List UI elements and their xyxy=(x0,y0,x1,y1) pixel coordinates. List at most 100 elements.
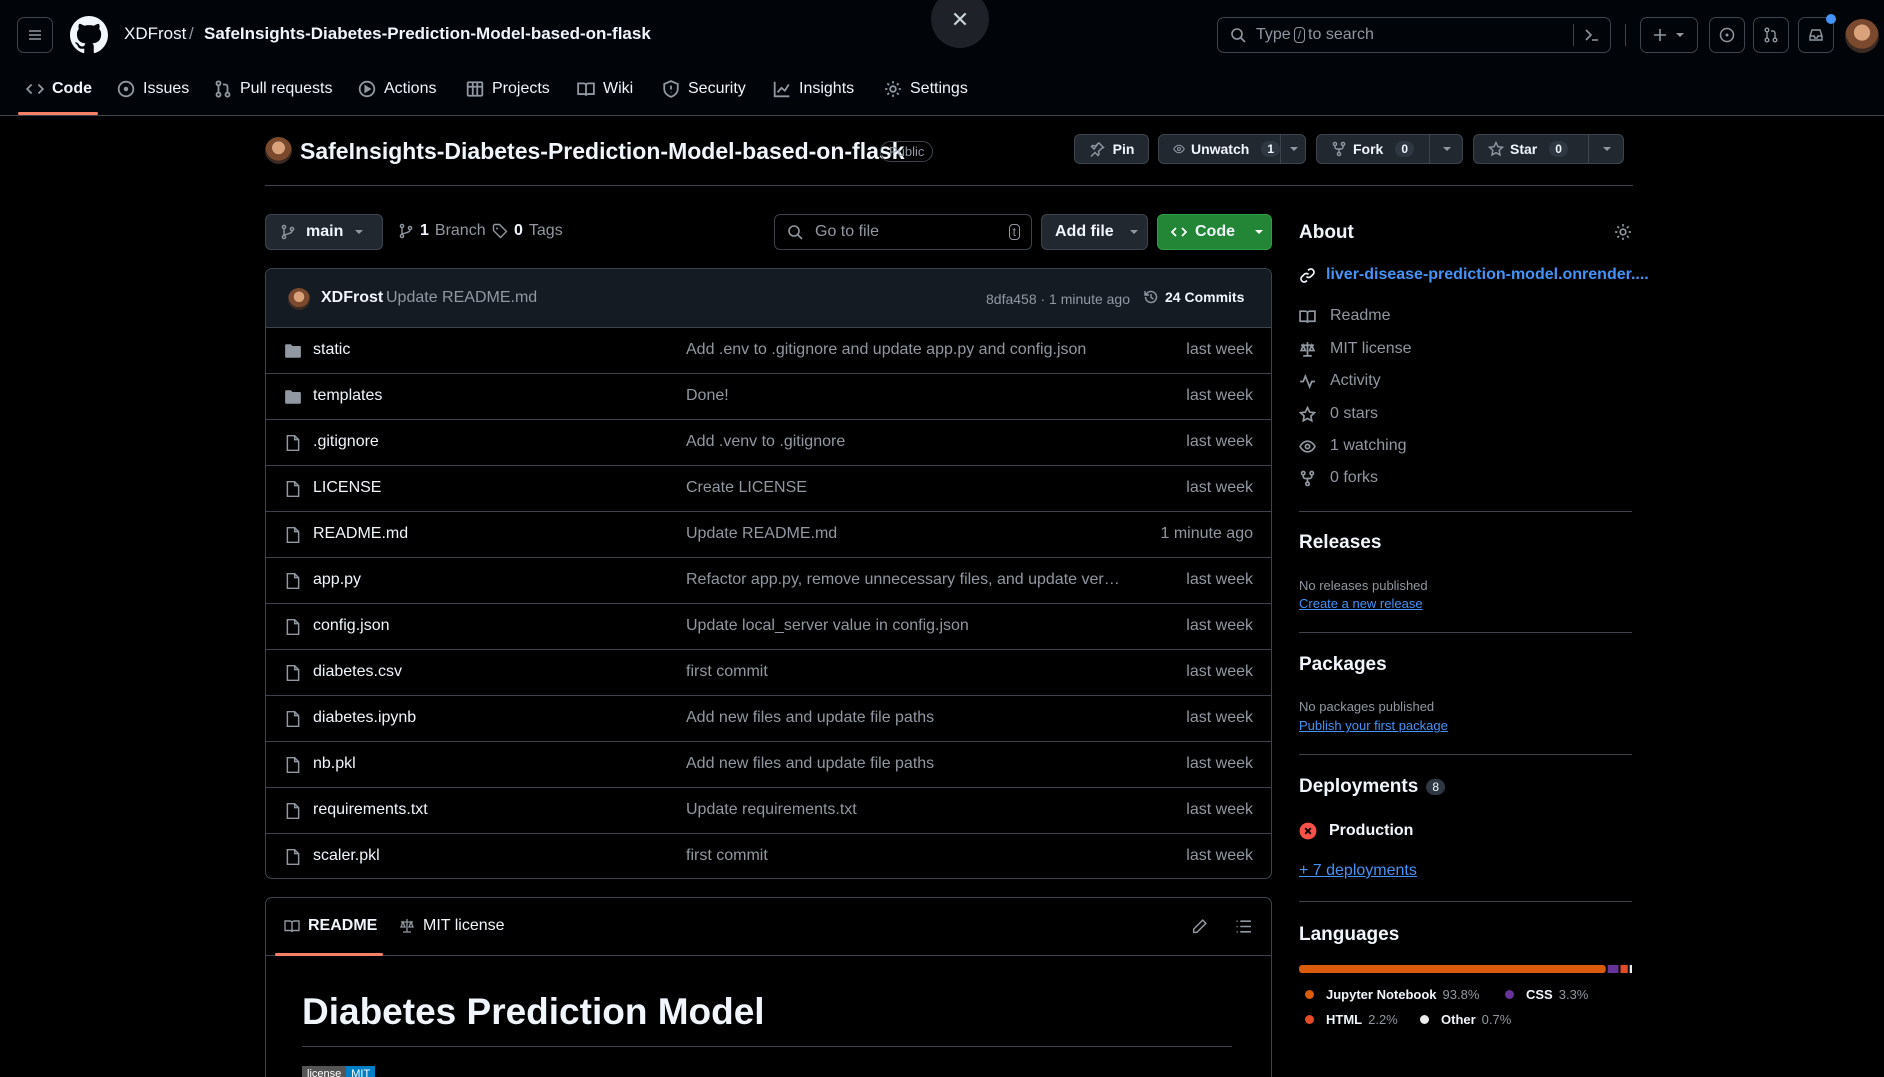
tab-code[interactable]: Code xyxy=(26,77,92,101)
tab-issues[interactable]: Issues xyxy=(117,77,189,101)
deployments-heading[interactable]: Deployments 8 xyxy=(1299,776,1445,798)
file-commit-message[interactable]: Update requirements.txt xyxy=(686,801,857,819)
tab-insights[interactable]: Insights xyxy=(773,77,854,101)
file-name[interactable]: scaler.pkl xyxy=(313,847,380,865)
file-row[interactable]: requirements.txt Update requirements.txt l… xyxy=(266,788,1271,834)
about-item[interactable]: 0 stars xyxy=(1299,405,1378,423)
tab-readme[interactable]: README xyxy=(284,917,377,935)
publish-package-link[interactable]: Publish your first package xyxy=(1299,718,1448,733)
file-name[interactable]: diabetes.csv xyxy=(313,663,402,681)
language-name: Jupyter Notebook xyxy=(1326,987,1437,1002)
file-commit-message[interactable]: Update local_server value in config.json xyxy=(686,617,969,635)
command-palette-icon[interactable] xyxy=(1584,27,1600,43)
gear-icon[interactable] xyxy=(1614,223,1632,241)
file-row[interactable]: diabetes.ipynb Add new files and update f… xyxy=(266,696,1271,742)
file-row[interactable]: scaler.pkl first commit last week xyxy=(266,834,1271,878)
outline-list-icon[interactable] xyxy=(1235,918,1252,935)
file-name[interactable]: app.py xyxy=(313,571,361,589)
about-item[interactable]: Readme xyxy=(1299,307,1390,325)
triangle-down-icon[interactable] xyxy=(1288,143,1300,155)
fork-button[interactable]: Fork 0 xyxy=(1316,134,1463,164)
tab-projects[interactable]: Projects xyxy=(466,77,550,101)
create-release-link[interactable]: Create a new release xyxy=(1299,596,1423,611)
commit-message[interactable]: Update README.md xyxy=(386,289,537,307)
tab-settings[interactable]: Settings xyxy=(884,77,968,101)
more-deployments-link[interactable]: + 7 deployments xyxy=(1299,862,1417,880)
about-item[interactable]: MIT license xyxy=(1299,340,1412,358)
commit-author-avatar[interactable] xyxy=(288,288,310,310)
file-name[interactable]: nb.pkl xyxy=(313,755,356,773)
file-name[interactable]: diabetes.ipynb xyxy=(313,709,416,727)
language-item[interactable]: CSS 3.3% xyxy=(1505,987,1588,1002)
language-item[interactable]: Jupyter Notebook 93.8% xyxy=(1305,987,1479,1002)
file-name[interactable]: .gitignore xyxy=(313,433,379,451)
language-item[interactable]: Other 0.7% xyxy=(1420,1012,1511,1027)
website-link[interactable]: liver-disease-prediction-model.onrender.… xyxy=(1299,266,1649,284)
file-commit-message[interactable]: Update README.md xyxy=(686,525,837,543)
file-row[interactable]: nb.pkl Add new files and update file path… xyxy=(266,742,1271,788)
branch-selector[interactable]: main xyxy=(265,214,383,250)
branches-link[interactable]: 1 Branch xyxy=(398,222,486,240)
tab-security[interactable]: Security xyxy=(662,77,746,101)
releases-heading[interactable]: Releases xyxy=(1299,532,1381,554)
code-button[interactable]: Code xyxy=(1157,214,1272,250)
pull-requests-button[interactable] xyxy=(1753,17,1789,53)
unwatch-button[interactable]: Unwatch 1 xyxy=(1158,134,1306,164)
owner-avatar[interactable] xyxy=(265,137,292,164)
file-row[interactable]: LICENSE Create LICENSE last week xyxy=(266,466,1271,512)
commit-hash-time[interactable]: 8dfa458 · 1 minute ago xyxy=(986,291,1130,307)
triangle-down-icon[interactable] xyxy=(1601,143,1613,155)
about-item[interactable]: 1 watching xyxy=(1299,437,1407,455)
file-commit-message[interactable]: Refactor app.py, remove unnecessary file… xyxy=(686,571,1121,589)
file-name[interactable]: templates xyxy=(313,387,382,405)
file-row[interactable]: templates Done! last week xyxy=(266,374,1271,420)
hamburger-menu-button[interactable] xyxy=(17,17,53,53)
language-item[interactable]: HTML 2.2% xyxy=(1305,1012,1398,1027)
file-row[interactable]: .gitignore Add .venv to .gitignore last we… xyxy=(266,420,1271,466)
search-input[interactable]: Type / to search xyxy=(1217,17,1611,53)
user-avatar[interactable] xyxy=(1845,19,1879,53)
triangle-down-icon[interactable] xyxy=(1441,143,1453,155)
commit-author[interactable]: XDFrost xyxy=(321,289,383,307)
file-name[interactable]: README.md xyxy=(313,525,408,543)
file-name[interactable]: LICENSE xyxy=(313,479,381,497)
file-name[interactable]: requirements.txt xyxy=(313,801,428,819)
file-row[interactable]: README.md Update README.md 1 minute ago xyxy=(266,512,1271,558)
packages-heading[interactable]: Packages xyxy=(1299,654,1387,676)
file-commit-message[interactable]: Create LICENSE xyxy=(686,479,807,497)
about-item[interactable]: 0 forks xyxy=(1299,469,1378,487)
about-item[interactable]: Activity xyxy=(1299,372,1381,390)
file-row[interactable]: config.json Update local_server value in … xyxy=(266,604,1271,650)
file-commit-message[interactable]: Add .env to .gitignore and update app.py… xyxy=(686,341,1086,359)
file-commit-message[interactable]: Add new files and update file paths xyxy=(686,755,934,773)
file-row[interactable]: diabetes.csv first commit last week xyxy=(266,650,1271,696)
tags-link[interactable]: 0 Tags xyxy=(492,222,563,240)
license-badge[interactable]: license MIT xyxy=(302,1066,376,1077)
star-button[interactable]: Star 0 xyxy=(1473,134,1624,164)
tab-wiki[interactable]: Wiki xyxy=(577,77,633,101)
commits-history-link[interactable]: 24 Commits xyxy=(1143,289,1244,305)
go-to-file-input[interactable]: Go to file t xyxy=(774,214,1032,250)
breadcrumb-repo[interactable]: SafeInsights-Diabetes-Prediction-Model-b… xyxy=(204,24,651,44)
create-new-button[interactable] xyxy=(1640,17,1698,53)
file-commit-message[interactable]: Add new files and update file paths xyxy=(686,709,934,727)
file-row[interactable]: app.py Refactor app.py, remove unnecessar… xyxy=(266,558,1271,604)
pencil-icon[interactable] xyxy=(1191,918,1208,935)
repo-title[interactable]: SafeInsights-Diabetes-Prediction-Model-b… xyxy=(300,138,904,165)
file-commit-message[interactable]: Add .venv to .gitignore xyxy=(686,433,845,451)
tab-mit-license[interactable]: MIT license xyxy=(399,917,505,935)
github-logo-icon[interactable] xyxy=(70,16,108,54)
issues-button[interactable] xyxy=(1709,17,1745,53)
file-commit-message[interactable]: first commit xyxy=(686,663,768,681)
file-name[interactable]: static xyxy=(313,341,350,359)
add-file-button[interactable]: Add file xyxy=(1041,214,1148,250)
file-commit-message[interactable]: Done! xyxy=(686,387,729,405)
pin-button[interactable]: Pin xyxy=(1074,134,1149,164)
file-row[interactable]: static Add .env to .gitignore and update … xyxy=(266,328,1271,374)
deployment-production[interactable]: Production xyxy=(1299,822,1413,840)
file-commit-message[interactable]: first commit xyxy=(686,847,768,865)
tab-pull-requests[interactable]: Pull requests xyxy=(214,77,333,101)
file-name[interactable]: config.json xyxy=(313,617,390,635)
tab-actions[interactable]: Actions xyxy=(358,77,436,101)
breadcrumb-owner[interactable]: XDFrost xyxy=(124,24,186,44)
